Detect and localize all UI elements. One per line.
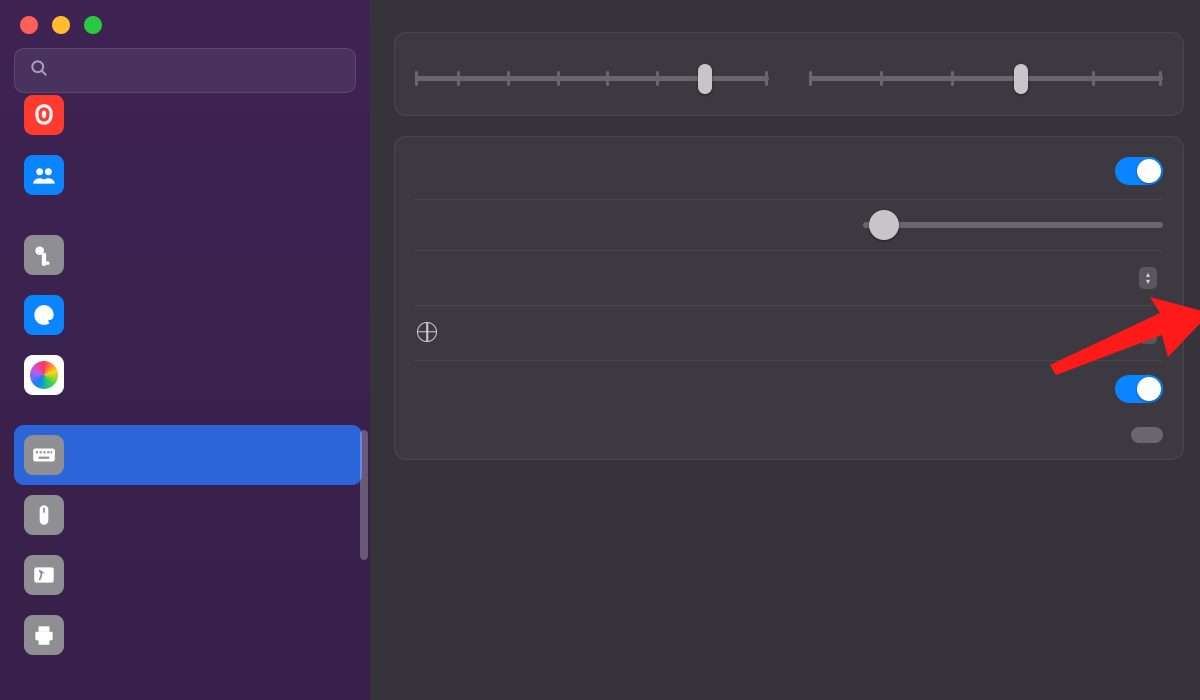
key-repeat-rate-slider[interactable] xyxy=(415,67,769,91)
close-window-icon[interactable] xyxy=(20,16,38,34)
fingerprint-icon xyxy=(24,95,64,135)
chevron-up-down-icon: ▴▾ xyxy=(1139,267,1157,289)
sidebar-item-trackpad[interactable] xyxy=(14,545,362,605)
printer-icon xyxy=(24,615,64,655)
sidebar-item-users-groups[interactable] xyxy=(14,145,362,205)
key-icon xyxy=(24,235,64,275)
zoom-window-icon[interactable] xyxy=(84,16,102,34)
main-content: ▴▾ ▴▾ xyxy=(370,0,1200,700)
search-field[interactable] xyxy=(14,48,356,93)
mouse-icon xyxy=(24,495,64,535)
adjust-brightness-low-light-toggle[interactable] xyxy=(1115,157,1163,185)
users-icon xyxy=(24,155,64,195)
sidebar-scrollbar[interactable] xyxy=(360,430,368,560)
press-globe-key-popup[interactable]: ▴▾ xyxy=(1121,320,1163,346)
game-center-icon xyxy=(24,355,64,395)
trackpad-icon xyxy=(24,555,64,595)
delay-until-repeat-slider[interactable] xyxy=(809,67,1163,91)
backlight-off-inactivity-popup[interactable]: ▴▾ xyxy=(1121,265,1163,291)
keyboard-brightness-slider[interactable] xyxy=(863,214,1163,236)
at-sign-icon xyxy=(24,295,64,335)
sidebar-item-passwords[interactable] xyxy=(14,225,362,285)
globe-icon xyxy=(417,322,437,342)
sidebar-item-mouse[interactable] xyxy=(14,485,362,545)
keyboard-shortcuts-button[interactable] xyxy=(1131,427,1163,443)
search-icon xyxy=(29,58,49,83)
sidebar-item-printers-scanners[interactable] xyxy=(14,605,362,665)
keyboard-icon xyxy=(24,435,64,475)
search-input[interactable] xyxy=(59,59,341,82)
press-globe-key-label xyxy=(415,322,439,345)
sidebar-item-keyboard[interactable] xyxy=(14,425,362,485)
keyboard-navigation-toggle[interactable] xyxy=(1115,375,1163,403)
sidebar-item-internet-accounts[interactable] xyxy=(14,285,362,345)
window-controls xyxy=(0,8,370,48)
chevron-up-down-icon: ▴▾ xyxy=(1139,322,1157,344)
minimize-window-icon[interactable] xyxy=(52,16,70,34)
keyboard-settings-card: ▴▾ ▴▾ xyxy=(394,136,1184,460)
key-repeat-card xyxy=(394,32,1184,116)
sidebar-item-touch-id[interactable] xyxy=(14,95,362,145)
sidebar-item-game-center[interactable] xyxy=(14,345,362,405)
sidebar-list xyxy=(0,95,370,665)
page-title xyxy=(394,4,1184,32)
sidebar xyxy=(0,0,370,700)
